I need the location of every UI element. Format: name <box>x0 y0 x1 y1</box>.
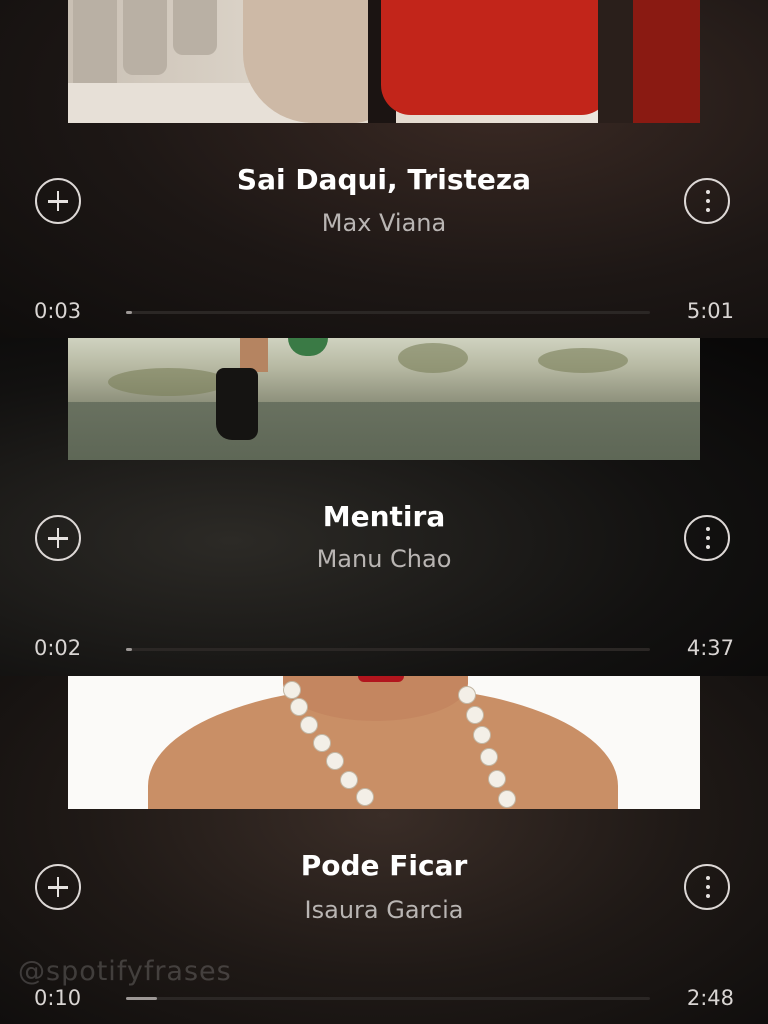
track-title-2: Mentira <box>322 500 446 533</box>
duration-1: 5:01 <box>686 299 734 323</box>
track-artist-1[interactable]: Max Viana <box>0 209 768 237</box>
track-artist-3[interactable]: Isaura Garcia <box>0 896 768 924</box>
track-title-1: Sai Daqui, Tristeza <box>236 163 532 196</box>
elapsed-time-2: 0:02 <box>34 636 82 660</box>
progress-fill-3 <box>126 997 158 1000</box>
progress-bar-3[interactable] <box>126 997 650 1000</box>
duration-2: 4:37 <box>686 636 734 660</box>
more-options-button-1[interactable] <box>684 178 730 224</box>
album-art-2[interactable] <box>68 338 700 460</box>
album-art-3[interactable] <box>68 676 700 809</box>
progress-bar-2[interactable] <box>126 648 650 651</box>
track-card-2: Mentira Manu Chao 0:02 4:37 <box>0 338 768 676</box>
more-options-button-3[interactable] <box>684 864 730 910</box>
more-options-button-2[interactable] <box>684 515 730 561</box>
track-artist-2[interactable]: Manu Chao <box>0 545 768 573</box>
elapsed-time-1: 0:03 <box>34 299 82 323</box>
elapsed-time-3: 0:10 <box>34 986 82 1010</box>
album-art-1[interactable] <box>68 0 700 123</box>
track-title-3: Pode Ficar <box>300 849 468 882</box>
duration-3: 2:48 <box>686 986 734 1010</box>
track-card-1: Sai Daqui, Tristeza Max Viana 0:03 5:01 <box>0 0 768 338</box>
progress-fill-2 <box>126 648 133 651</box>
progress-fill-1 <box>126 311 133 314</box>
progress-bar-1[interactable] <box>126 311 650 314</box>
watermark: @spotifyfrases <box>18 956 232 987</box>
